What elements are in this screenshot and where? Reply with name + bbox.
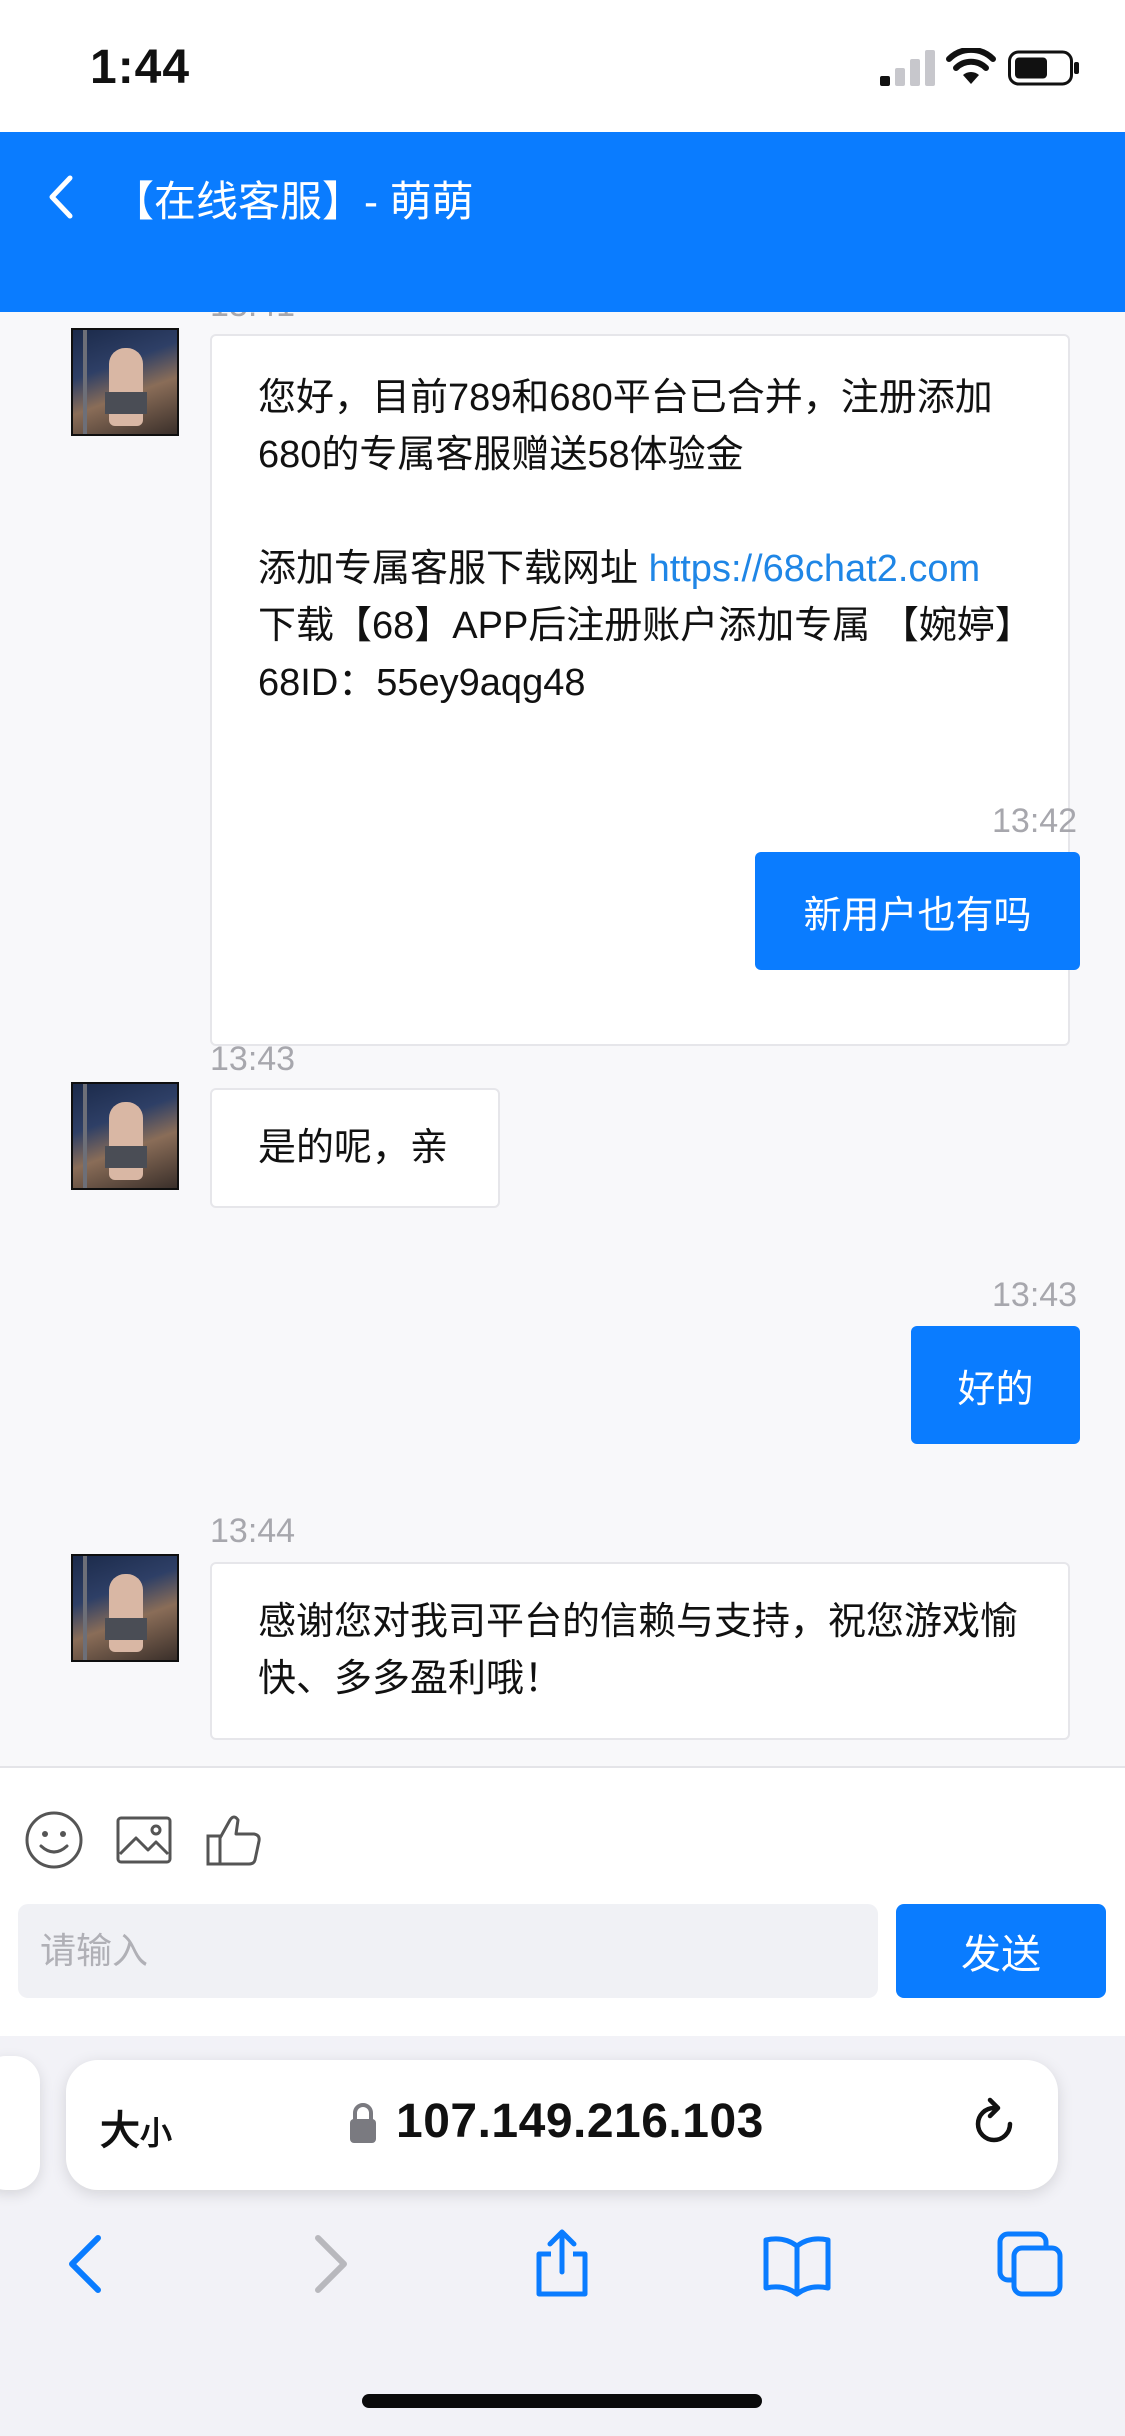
- message-timestamp: 13:42: [992, 802, 1078, 840]
- battery-icon: [1008, 50, 1079, 86]
- browser-toolbar: 大小 107.149.216.103: [0, 2036, 1125, 2436]
- url-text: 107.149.216.103: [396, 2095, 764, 2148]
- message-timestamp: 13:43: [992, 1276, 1078, 1314]
- message-text: 新用户也有吗: [803, 894, 1032, 937]
- message-text: 是的呢，亲: [258, 1126, 449, 1169]
- cellular-signal-icon: [880, 50, 935, 86]
- share-icon[interactable]: [527, 2228, 597, 2300]
- back-button[interactable]: [36, 162, 86, 232]
- message-text: 感谢您对我司平台的信赖与支持，祝您游戏愉快、多多盈利哦！: [258, 1601, 1019, 1700]
- download-link[interactable]: https://68chat2.com: [649, 548, 981, 590]
- text-size-button[interactable]: 大小: [100, 2098, 172, 2156]
- chevron-left-icon: [49, 175, 73, 219]
- text-size-label-big: 大: [100, 2109, 140, 2153]
- message-timestamp: 13:41: [210, 312, 295, 325]
- chat-header: 【在线客服】- 萌萌: [0, 132, 1125, 312]
- message-bubble-outgoing[interactable]: 新用户也有吗: [755, 852, 1080, 970]
- avatar[interactable]: [71, 328, 179, 436]
- emoji-icon[interactable]: [22, 1808, 86, 1872]
- status-time: 1:44: [90, 41, 191, 94]
- message-text: 好的: [957, 1368, 1034, 1411]
- message-text-prefix: 添加专属客服下载网址: [258, 548, 649, 590]
- image-icon[interactable]: [112, 1808, 176, 1872]
- message-text: 添加专属客服下载网址 https://68chat2.com: [258, 541, 1022, 598]
- message-text: 下载【68】APP后注册账户添加专属 【婉婷】68ID：55ey9aqg48: [258, 605, 1014, 704]
- thumbs-up-icon[interactable]: [202, 1808, 266, 1872]
- message-timestamp: 13:44: [210, 1512, 296, 1550]
- bookmarks-icon[interactable]: [762, 2228, 832, 2300]
- tabs-icon[interactable]: [996, 2228, 1066, 2300]
- avatar[interactable]: [71, 1082, 179, 1190]
- reload-icon[interactable]: [966, 2096, 1022, 2152]
- send-button[interactable]: 发送: [896, 1904, 1106, 1998]
- home-indicator: [362, 2394, 762, 2408]
- lock-icon: [350, 2103, 376, 2143]
- page-title: 【在线客服】- 萌萌: [112, 178, 474, 225]
- wifi-icon: [946, 48, 996, 84]
- message-input[interactable]: [18, 1904, 878, 1998]
- message-bubble-incoming[interactable]: 感谢您对我司平台的信赖与支持，祝您游戏愉快、多多盈利哦！: [210, 1562, 1070, 1740]
- avatar[interactable]: [71, 1554, 179, 1662]
- chat-messages[interactable]: 13:41 您好，目前789和680平台已合并，注册添加680的专属客服赠送58…: [0, 312, 1125, 1766]
- message-bubble-incoming[interactable]: 是的呢，亲: [210, 1088, 500, 1208]
- previous-tab-preview[interactable]: [0, 2056, 40, 2190]
- message-text: 您好，目前789和680平台已合并，注册添加680的专属客服赠送58体验金: [258, 377, 993, 476]
- message-timestamp: 13:43: [210, 1040, 296, 1078]
- status-bar: 1:44: [0, 0, 1125, 132]
- address-bar[interactable]: 大小 107.149.216.103: [66, 2060, 1058, 2190]
- message-composer: 发送: [0, 1766, 1125, 2036]
- back-arrow-icon[interactable]: [52, 2228, 122, 2300]
- text-size-label-small: 小: [140, 2115, 173, 2151]
- message-bubble-outgoing[interactable]: 好的: [911, 1326, 1080, 1444]
- forward-arrow-icon[interactable]: [294, 2228, 364, 2300]
